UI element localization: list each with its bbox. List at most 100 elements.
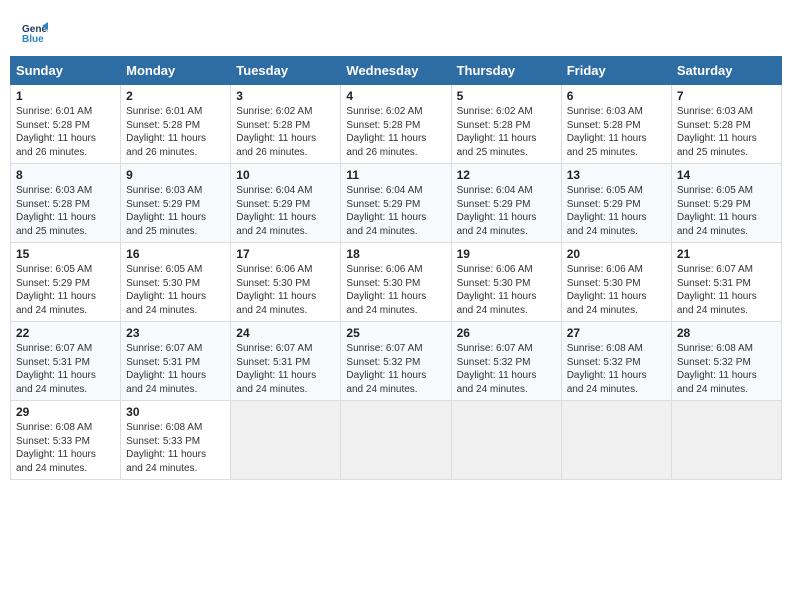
day-number: 11 xyxy=(346,168,445,182)
col-header-wednesday: Wednesday xyxy=(341,57,451,85)
calendar-week-row: 22 Sunrise: 6:07 AM Sunset: 5:31 PM Dayli… xyxy=(11,322,782,401)
calendar-cell: 23 Sunrise: 6:07 AM Sunset: 5:31 PM Dayli… xyxy=(121,322,231,401)
col-header-thursday: Thursday xyxy=(451,57,561,85)
day-info: Sunrise: 6:03 AM Sunset: 5:28 PM Dayligh… xyxy=(16,184,115,238)
day-number: 2 xyxy=(126,89,225,103)
calendar-cell xyxy=(231,401,341,480)
day-info: Sunrise: 6:02 AM Sunset: 5:28 PM Dayligh… xyxy=(236,105,335,159)
day-number: 6 xyxy=(567,89,666,103)
calendar-cell: 2 Sunrise: 6:01 AM Sunset: 5:28 PM Daylig… xyxy=(121,85,231,164)
day-info: Sunrise: 6:07 AM Sunset: 5:31 PM Dayligh… xyxy=(236,342,335,396)
day-info: Sunrise: 6:04 AM Sunset: 5:29 PM Dayligh… xyxy=(236,184,335,238)
day-info: Sunrise: 6:04 AM Sunset: 5:29 PM Dayligh… xyxy=(346,184,445,238)
day-info: Sunrise: 6:01 AM Sunset: 5:28 PM Dayligh… xyxy=(16,105,115,159)
day-info: Sunrise: 6:05 AM Sunset: 5:29 PM Dayligh… xyxy=(677,184,776,238)
header: General Blue xyxy=(10,10,782,50)
day-info: Sunrise: 6:05 AM Sunset: 5:30 PM Dayligh… xyxy=(126,263,225,317)
calendar-week-row: 8Sunrise: 6:03 AM Sunset: 5:28 PM Daylig… xyxy=(11,164,782,243)
svg-text:Blue: Blue xyxy=(22,34,44,45)
day-info: Sunrise: 6:05 AM Sunset: 5:29 PM Dayligh… xyxy=(16,263,115,317)
day-info: Sunrise: 6:02 AM Sunset: 5:28 PM Dayligh… xyxy=(346,105,445,159)
calendar-week-row: 15 Sunrise: 6:05 AM Sunset: 5:29 PM Dayli… xyxy=(11,243,782,322)
day-number: 22 xyxy=(16,326,115,340)
day-info: Sunrise: 6:04 AM Sunset: 5:29 PM Dayligh… xyxy=(457,184,556,238)
calendar-cell: 17 Sunrise: 6:06 AM Sunset: 5:30 PM Dayli… xyxy=(231,243,341,322)
calendar-cell: 25Sunrise: 6:07 AM Sunset: 5:32 PM Dayli… xyxy=(341,322,451,401)
calendar-cell: 7Sunrise: 6:03 AM Sunset: 5:28 PM Daylig… xyxy=(671,85,781,164)
calendar-cell: 12 Sunrise: 6:04 AM Sunset: 5:29 PM Dayli… xyxy=(451,164,561,243)
day-number: 3 xyxy=(236,89,335,103)
calendar-cell: 3 Sunrise: 6:02 AM Sunset: 5:28 PM Daylig… xyxy=(231,85,341,164)
col-header-tuesday: Tuesday xyxy=(231,57,341,85)
day-number: 17 xyxy=(236,247,335,261)
day-number: 27 xyxy=(567,326,666,340)
day-number: 12 xyxy=(457,168,556,182)
calendar-week-row: 29 Sunrise: 6:08 AM Sunset: 5:33 PM Dayli… xyxy=(11,401,782,480)
calendar-cell: 26 Sunrise: 6:07 AM Sunset: 5:32 PM Dayli… xyxy=(451,322,561,401)
day-number: 26 xyxy=(457,326,556,340)
day-number: 14 xyxy=(677,168,776,182)
calendar-cell: 30 Sunrise: 6:08 AM Sunset: 5:33 PM Dayli… xyxy=(121,401,231,480)
calendar-cell: 16 Sunrise: 6:05 AM Sunset: 5:30 PM Dayli… xyxy=(121,243,231,322)
day-info: Sunrise: 6:07 AM Sunset: 5:32 PM Dayligh… xyxy=(346,342,445,396)
calendar-cell: 20 Sunrise: 6:06 AM Sunset: 5:30 PM Dayli… xyxy=(561,243,671,322)
day-info: Sunrise: 6:08 AM Sunset: 5:32 PM Dayligh… xyxy=(567,342,666,396)
day-number: 23 xyxy=(126,326,225,340)
logo-icon: General Blue xyxy=(20,18,48,46)
day-number: 21 xyxy=(677,247,776,261)
day-info: Sunrise: 6:05 AM Sunset: 5:29 PM Dayligh… xyxy=(567,184,666,238)
calendar-cell xyxy=(561,401,671,480)
day-number: 20 xyxy=(567,247,666,261)
calendar-cell: 19 Sunrise: 6:06 AM Sunset: 5:30 PM Dayli… xyxy=(451,243,561,322)
calendar-cell: 24 Sunrise: 6:07 AM Sunset: 5:31 PM Dayli… xyxy=(231,322,341,401)
day-number: 10 xyxy=(236,168,335,182)
day-info: Sunrise: 6:06 AM Sunset: 5:30 PM Dayligh… xyxy=(236,263,335,317)
day-info: Sunrise: 6:08 AM Sunset: 5:32 PM Dayligh… xyxy=(677,342,776,396)
calendar-cell xyxy=(341,401,451,480)
day-number: 7 xyxy=(677,89,776,103)
day-info: Sunrise: 6:08 AM Sunset: 5:33 PM Dayligh… xyxy=(16,421,115,475)
calendar-cell: 14 Sunrise: 6:05 AM Sunset: 5:29 PM Dayli… xyxy=(671,164,781,243)
calendar-cell: 9 Sunrise: 6:03 AM Sunset: 5:29 PM Daylig… xyxy=(121,164,231,243)
day-number: 9 xyxy=(126,168,225,182)
calendar-cell: 1Sunrise: 6:01 AM Sunset: 5:28 PM Daylig… xyxy=(11,85,121,164)
day-info: Sunrise: 6:03 AM Sunset: 5:29 PM Dayligh… xyxy=(126,184,225,238)
col-header-monday: Monday xyxy=(121,57,231,85)
day-info: Sunrise: 6:07 AM Sunset: 5:31 PM Dayligh… xyxy=(16,342,115,396)
day-info: Sunrise: 6:06 AM Sunset: 5:30 PM Dayligh… xyxy=(567,263,666,317)
day-info: Sunrise: 6:07 AM Sunset: 5:31 PM Dayligh… xyxy=(126,342,225,396)
day-info: Sunrise: 6:08 AM Sunset: 5:33 PM Dayligh… xyxy=(126,421,225,475)
day-number: 24 xyxy=(236,326,335,340)
day-number: 29 xyxy=(16,405,115,419)
calendar-cell: 27 Sunrise: 6:08 AM Sunset: 5:32 PM Dayli… xyxy=(561,322,671,401)
day-number: 13 xyxy=(567,168,666,182)
calendar-cell xyxy=(671,401,781,480)
day-number: 15 xyxy=(16,247,115,261)
calendar-cell: 4Sunrise: 6:02 AM Sunset: 5:28 PM Daylig… xyxy=(341,85,451,164)
day-info: Sunrise: 6:01 AM Sunset: 5:28 PM Dayligh… xyxy=(126,105,225,159)
logo: General Blue xyxy=(20,18,51,46)
day-info: Sunrise: 6:06 AM Sunset: 5:30 PM Dayligh… xyxy=(457,263,556,317)
day-number: 28 xyxy=(677,326,776,340)
day-number: 16 xyxy=(126,247,225,261)
calendar-cell: 10 Sunrise: 6:04 AM Sunset: 5:29 PM Dayli… xyxy=(231,164,341,243)
day-info: Sunrise: 6:07 AM Sunset: 5:32 PM Dayligh… xyxy=(457,342,556,396)
calendar-cell: 22 Sunrise: 6:07 AM Sunset: 5:31 PM Dayli… xyxy=(11,322,121,401)
calendar-header-row: SundayMondayTuesdayWednesdayThursdayFrid… xyxy=(11,57,782,85)
calendar-cell: 13 Sunrise: 6:05 AM Sunset: 5:29 PM Dayli… xyxy=(561,164,671,243)
calendar-cell: 29 Sunrise: 6:08 AM Sunset: 5:33 PM Dayli… xyxy=(11,401,121,480)
day-info: Sunrise: 6:02 AM Sunset: 5:28 PM Dayligh… xyxy=(457,105,556,159)
calendar-cell: 28 Sunrise: 6:08 AM Sunset: 5:32 PM Dayli… xyxy=(671,322,781,401)
day-info: Sunrise: 6:03 AM Sunset: 5:28 PM Dayligh… xyxy=(567,105,666,159)
day-number: 18 xyxy=(346,247,445,261)
day-number: 19 xyxy=(457,247,556,261)
day-info: Sunrise: 6:06 AM Sunset: 5:30 PM Dayligh… xyxy=(346,263,445,317)
day-number: 5 xyxy=(457,89,556,103)
col-header-saturday: Saturday xyxy=(671,57,781,85)
col-header-friday: Friday xyxy=(561,57,671,85)
day-info: Sunrise: 6:07 AM Sunset: 5:31 PM Dayligh… xyxy=(677,263,776,317)
calendar-cell: 5 Sunrise: 6:02 AM Sunset: 5:28 PM Daylig… xyxy=(451,85,561,164)
calendar-cell xyxy=(451,401,561,480)
day-number: 30 xyxy=(126,405,225,419)
calendar-table: SundayMondayTuesdayWednesdayThursdayFrid… xyxy=(10,56,782,480)
